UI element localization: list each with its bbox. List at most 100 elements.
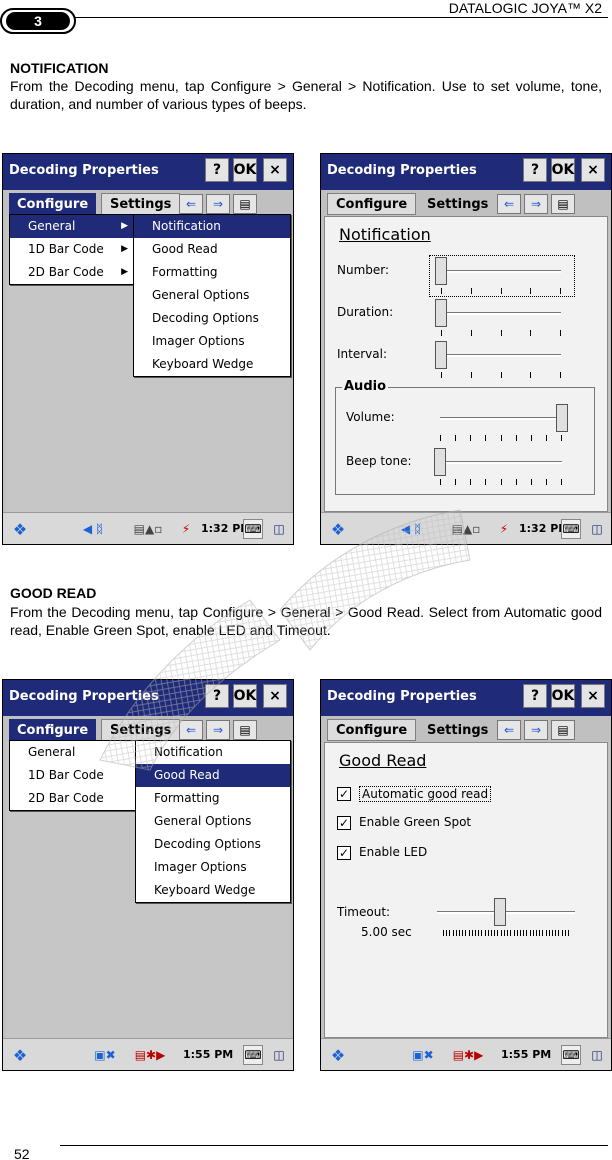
clock[interactable]: 1:55 PM [501, 1048, 551, 1061]
submenu-general[interactable]: General ▶ [10, 215, 134, 238]
duration-slider-track[interactable] [441, 312, 561, 315]
menu-item-decoding-options[interactable]: Decoding Options [134, 307, 290, 330]
menu-item-good-read[interactable]: Good Read [136, 764, 290, 787]
ok-button[interactable]: OK [551, 158, 575, 182]
windows-start-icon[interactable]: ❖ [327, 1045, 349, 1065]
settings-menu[interactable]: Settings [419, 193, 496, 215]
arrow-right-icon[interactable]: ⇒ [206, 194, 230, 214]
windows-switch-icon[interactable]: ◫ [269, 1045, 289, 1065]
taskbar: ❖ ◀ ᛥ ▤▲▫ ⚡ 1:32 PM ⌨ ◫ [321, 512, 611, 544]
arrow-right-icon[interactable]: ⇒ [524, 194, 548, 214]
automatic-good-read-checkbox[interactable]: ✓ [337, 787, 351, 801]
battery-icon[interactable]: ⚡ [173, 519, 199, 539]
tone-slider-thumb[interactable] [434, 448, 446, 476]
menu-item-formatting[interactable]: Formatting [136, 787, 290, 810]
barcode-icon[interactable]: ▤ [551, 720, 575, 740]
duration-slider-thumb[interactable] [435, 299, 447, 327]
enable-green-spot-label[interactable]: Enable Green Spot [359, 815, 471, 829]
settings-menu[interactable]: Settings [101, 193, 181, 215]
close-button[interactable]: × [581, 158, 605, 182]
submenu-general[interactable]: General [10, 741, 136, 764]
menu-item-general-options[interactable]: General Options [136, 810, 290, 833]
enable-led-label[interactable]: Enable LED [359, 845, 427, 859]
windows-start-icon[interactable]: ❖ [9, 1045, 31, 1065]
configure-menu[interactable]: Configure [9, 193, 97, 215]
slider-tick [487, 930, 489, 936]
keyboard-icon[interactable]: ⌨ [243, 519, 263, 539]
menu-item-imager-options[interactable]: Imager Options [134, 330, 290, 353]
menu-item-keyboard-wedge[interactable]: Keyboard Wedge [134, 353, 290, 376]
close-button[interactable]: × [581, 684, 605, 708]
arrow-right-icon[interactable]: ⇒ [524, 720, 548, 740]
configure-menu[interactable]: Configure [327, 719, 417, 741]
windows-start-icon[interactable]: ❖ [327, 519, 349, 539]
close-button[interactable]: × [263, 684, 287, 708]
help-button[interactable]: ? [205, 158, 229, 182]
slider-tick [478, 930, 480, 936]
battery-icon[interactable]: ⚡ [491, 519, 517, 539]
volume-slider-thumb[interactable] [556, 404, 568, 432]
configure-menu[interactable]: Configure [327, 193, 417, 215]
menu-item-formatting[interactable]: Formatting [134, 261, 290, 284]
help-button[interactable]: ? [205, 684, 229, 708]
ok-button[interactable]: OK [233, 158, 257, 182]
menu-item-notification[interactable]: Notification [136, 741, 290, 764]
settings-panel: Notification Number: Duration: Interval:… [324, 216, 608, 512]
slider-tick [455, 479, 457, 485]
keyboard-icon[interactable]: ⌨ [243, 1045, 263, 1065]
automatic-good-read-label[interactable]: Automatic good read [359, 786, 492, 802]
windows-switch-icon[interactable]: ◫ [587, 1045, 607, 1065]
arrow-left-icon[interactable]: ⇐ [497, 720, 521, 740]
submenu-2d[interactable]: 2D Bar Code [10, 787, 136, 810]
number-slider-thumb[interactable] [435, 257, 447, 285]
submenu-1d[interactable]: 1D Bar Code [10, 764, 136, 787]
settings-menu[interactable]: Settings [101, 719, 181, 741]
bluetooth-icon[interactable]: ◀ ᛥ [381, 519, 441, 539]
enable-led-checkbox[interactable]: ✓ [337, 846, 351, 860]
help-button[interactable]: ? [523, 158, 547, 182]
arrow-left-icon[interactable]: ⇐ [179, 194, 203, 214]
slider-tick [561, 930, 563, 936]
interval-slider-thumb[interactable] [435, 341, 447, 369]
menu-item-decoding-options[interactable]: Decoding Options [136, 833, 290, 856]
barcode-icon[interactable]: ▤ [551, 194, 575, 214]
arrow-left-icon[interactable]: ⇐ [497, 194, 521, 214]
network-icon[interactable]: ▣✖ [85, 1045, 125, 1065]
status-icons[interactable]: ▤✱▶ [125, 1045, 175, 1065]
configure-dropdown: General ▶ 1D Bar Code ▶ 2D Bar Code ▶ [9, 214, 135, 285]
menu-item-notification[interactable]: Notification [134, 215, 290, 238]
menu-item-keyboard-wedge[interactable]: Keyboard Wedge [136, 879, 290, 902]
tone-slider-track[interactable] [440, 461, 562, 464]
configure-menu[interactable]: Configure [9, 719, 97, 741]
bluetooth-icon[interactable]: ◀ ᛥ [63, 519, 123, 539]
clock[interactable]: 1:55 PM [183, 1048, 233, 1061]
submenu-2d[interactable]: 2D Bar Code ▶ [10, 261, 134, 284]
status-icons[interactable]: ▤✱▶ [443, 1045, 493, 1065]
barcode-icon[interactable]: ▤ [233, 720, 257, 740]
enable-green-spot-checkbox[interactable]: ✓ [337, 816, 351, 830]
volume-slider-track[interactable] [440, 417, 562, 420]
ok-button[interactable]: OK [233, 684, 257, 708]
windows-switch-icon[interactable]: ◫ [269, 519, 289, 539]
arrow-left-icon[interactable]: ⇐ [179, 720, 203, 740]
menu-item-general-options[interactable]: General Options [134, 284, 290, 307]
status-icons[interactable]: ▤▲▫ [123, 519, 173, 539]
windows-start-icon[interactable]: ❖ [9, 519, 31, 539]
status-icons[interactable]: ▤▲▫ [441, 519, 491, 539]
number-slider-track[interactable] [441, 270, 561, 273]
menu-item-good-read[interactable]: Good Read [134, 238, 290, 261]
network-icon[interactable]: ▣✖ [403, 1045, 443, 1065]
menu-item-imager-options[interactable]: Imager Options [136, 856, 290, 879]
arrow-right-icon[interactable]: ⇒ [206, 720, 230, 740]
keyboard-icon[interactable]: ⌨ [561, 519, 581, 539]
submenu-1d[interactable]: 1D Bar Code ▶ [10, 238, 134, 261]
interval-slider-track[interactable] [441, 354, 561, 357]
barcode-icon[interactable]: ▤ [233, 194, 257, 214]
help-button[interactable]: ? [523, 684, 547, 708]
windows-switch-icon[interactable]: ◫ [587, 519, 607, 539]
timeout-slider-thumb[interactable] [494, 898, 507, 926]
settings-menu[interactable]: Settings [419, 719, 496, 741]
close-button[interactable]: × [263, 158, 287, 182]
ok-button[interactable]: OK [551, 684, 575, 708]
keyboard-icon[interactable]: ⌨ [561, 1045, 581, 1065]
